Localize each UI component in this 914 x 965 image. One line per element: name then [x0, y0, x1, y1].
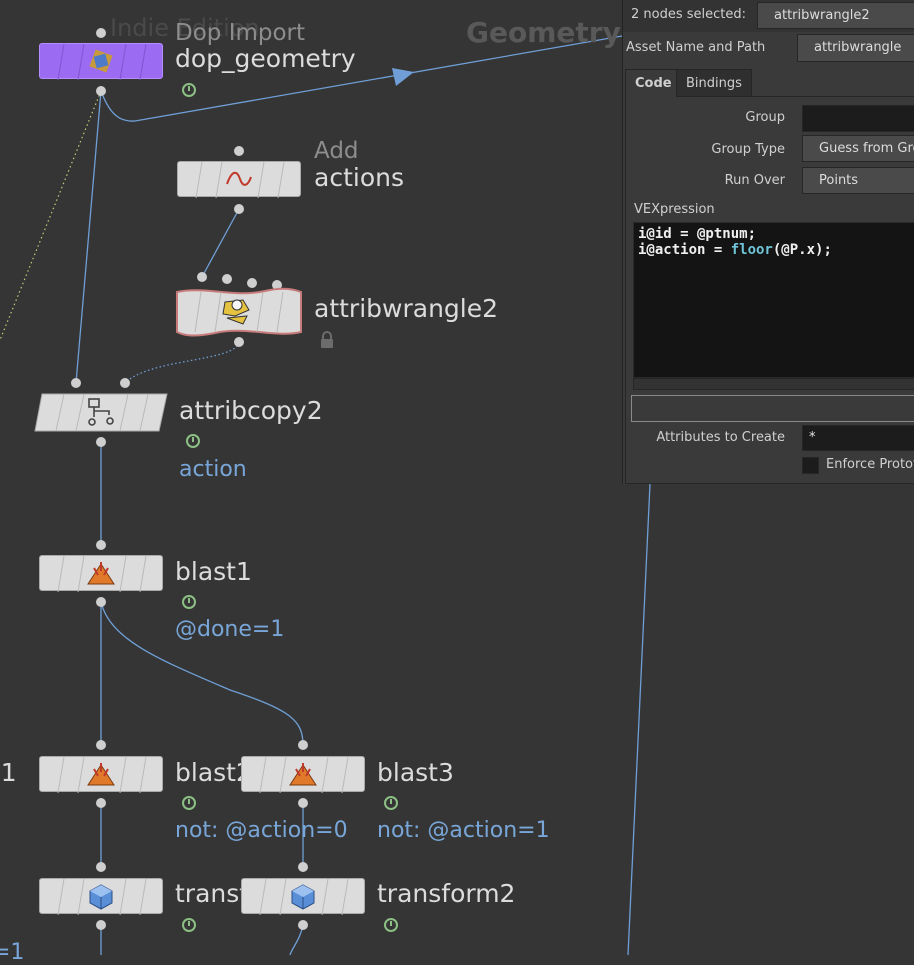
node-name-label[interactable]: transform2 — [377, 879, 515, 908]
node-blast3[interactable] — [241, 756, 365, 793]
transform1-output-port[interactable] — [96, 920, 106, 930]
vexpression-label: VEXpression — [634, 202, 715, 217]
node-blast2[interactable] — [39, 756, 163, 793]
wire-dop-to-attribcopy — [75, 90, 102, 384]
wire-panel-offscreen — [627, 483, 651, 955]
actions-output-port[interactable] — [234, 204, 244, 214]
tab-bindings[interactable]: Bindings — [676, 69, 752, 97]
blast2-output-port[interactable] — [96, 798, 106, 808]
node-comment: @done=1 — [175, 617, 285, 642]
wrangle-input-port-1[interactable] — [197, 272, 207, 282]
blast1-output-port[interactable] — [96, 597, 106, 607]
transform-icon — [89, 884, 113, 910]
time-dependent-icon — [384, 796, 398, 810]
node-type-label: Add — [314, 138, 359, 164]
group-field[interactable] — [802, 105, 914, 132]
vex-line-2-post: (@P.x); — [772, 242, 832, 258]
node-name-label[interactable]: attribcopy2 — [179, 396, 323, 425]
run-over-label: Run Over — [724, 173, 785, 188]
wrangle-input-port-2[interactable] — [222, 274, 232, 284]
node-comment: action — [179, 457, 247, 482]
node-transform2[interactable] — [241, 878, 365, 915]
wire-actions-to-wrangle — [201, 208, 240, 278]
node-attribwrangle2[interactable] — [175, 286, 303, 340]
dop-geometry-output-port[interactable] — [96, 86, 106, 96]
offscreen-node-label[interactable]: y1 — [0, 758, 17, 787]
node-comment: not: @action=1 — [377, 818, 550, 843]
node-attribcopy2[interactable] — [34, 393, 168, 433]
transform2-output-port[interactable] — [298, 920, 308, 930]
transform1-input-port[interactable] — [96, 862, 106, 872]
blast3-output-port[interactable] — [298, 798, 308, 808]
enforce-prototypes-checkbox[interactable] — [802, 457, 819, 474]
wire-arrowhead — [392, 68, 414, 86]
dop-geometry-input-port[interactable] — [96, 28, 106, 38]
attributes-label: Attributes to Create — [656, 430, 785, 445]
node-name-label[interactable]: blast1 — [175, 557, 252, 586]
lock-icon — [321, 331, 333, 348]
selection-dropdown[interactable]: attribwrangle2 — [757, 2, 914, 29]
time-dependent-icon — [186, 434, 200, 448]
node-transform1[interactable] — [39, 878, 163, 915]
attribcopy-input-port-2[interactable] — [120, 378, 130, 388]
blast1-input-port[interactable] — [96, 540, 106, 550]
editor-scrollbar[interactable] — [633, 378, 914, 390]
vex-line-1: i@id = @ptnum; — [638, 226, 757, 242]
time-dependent-icon — [182, 918, 196, 932]
node-dop-geometry[interactable] — [39, 43, 163, 80]
vex-function: floor — [730, 242, 773, 258]
node-name-label[interactable]: attribwrangle2 — [314, 294, 498, 323]
blast-icon — [87, 562, 115, 585]
expression-input[interactable] — [631, 395, 914, 422]
vex-line-2-pre: i@action = — [638, 242, 731, 258]
tab-code[interactable]: Code — [625, 69, 682, 97]
offscreen-node-comment: =1 — [0, 940, 25, 965]
attribcopy-input-port-1[interactable] — [71, 378, 81, 388]
blast3-input-port[interactable] — [298, 740, 308, 750]
node-type-label: Dop Import — [175, 20, 306, 46]
node-name-label[interactable]: blast3 — [377, 758, 454, 787]
group-label: Group — [745, 110, 785, 125]
group-type-dropdown[interactable]: Guess from Group — [802, 135, 914, 162]
selection-label: 2 nodes selected: — [631, 7, 747, 22]
vexpression-editor[interactable]: i@id = @ptnum; i@action = floor(@P.x); — [633, 222, 914, 378]
time-dependent-icon — [182, 595, 196, 609]
run-over-dropdown[interactable]: Points — [802, 167, 914, 194]
blast-icon — [289, 763, 317, 786]
dop-import-icon — [89, 49, 113, 73]
group-type-label: Group Type — [711, 142, 785, 157]
actions-input-port[interactable] — [234, 146, 244, 156]
network-context-label: Geometry — [466, 16, 621, 49]
transform-icon — [291, 884, 315, 910]
transform2-input-port[interactable] — [298, 862, 308, 872]
add-curve-icon — [226, 171, 252, 186]
blast2-input-port[interactable] — [96, 740, 106, 750]
parameter-panel: 2 nodes selected: attribwrangle2 Asset N… — [622, 0, 914, 484]
blast-icon — [87, 763, 115, 786]
time-dependent-icon — [384, 918, 398, 932]
enforce-prototypes-label: Enforce Prototypes — [826, 457, 914, 472]
wire-wrangle-to-attribcopy — [124, 341, 240, 384]
wire-dotted-yellow — [0, 90, 102, 341]
node-comment: not: @action=0 — [175, 818, 348, 843]
attribcopy-output-port[interactable] — [96, 437, 106, 447]
node-name-label[interactable]: actions — [314, 163, 404, 192]
time-dependent-icon — [182, 83, 196, 97]
attributes-field[interactable]: * — [802, 425, 914, 451]
time-dependent-icon — [182, 796, 196, 810]
node-actions[interactable] — [177, 161, 301, 198]
asset-label: Asset Name and Path — [626, 40, 766, 55]
node-name-label[interactable]: dop_geometry — [175, 44, 356, 73]
wrangle-output-port[interactable] — [234, 337, 244, 347]
asset-button[interactable]: attribwrangle — [797, 34, 914, 62]
node-blast1[interactable] — [39, 555, 163, 592]
